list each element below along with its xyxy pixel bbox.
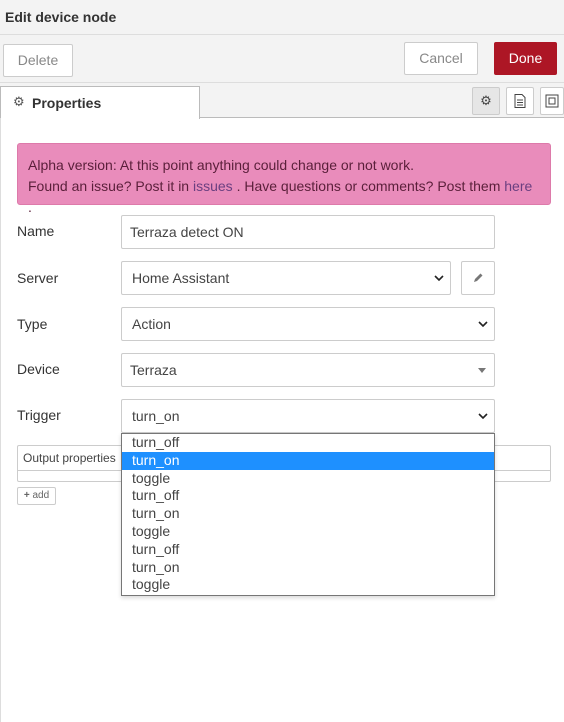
plus-icon: + xyxy=(23,490,30,501)
trigger-option[interactable]: turn_off xyxy=(122,434,494,452)
tab-properties[interactable]: ⚙ Properties xyxy=(0,86,200,119)
trigger-option[interactable]: toggle xyxy=(122,523,494,541)
type-select-value: Action xyxy=(132,316,171,332)
dialog-toolbar: Delete Cancel Done xyxy=(0,35,564,83)
device-label: Device xyxy=(17,361,60,377)
type-select[interactable]: Action xyxy=(121,307,495,341)
document-icon xyxy=(514,94,526,108)
tab-properties-label: Properties xyxy=(32,95,102,111)
gear-icon: ⚙ xyxy=(480,93,492,108)
alpha-alert: Alpha version: At this point anything co… xyxy=(17,143,551,215)
chevron-down-icon xyxy=(434,275,444,282)
settings-tab-button[interactable]: ⚙ xyxy=(472,87,500,115)
trigger-label: Trigger xyxy=(17,407,61,423)
name-input[interactable]: Terraza detect ON xyxy=(121,215,495,249)
cancel-button[interactable]: Cancel xyxy=(404,42,478,75)
trigger-options-dropdown: turn_off turn_on toggle turn_off turn_on togg… xyxy=(121,433,495,596)
alert-line-1: Alpha version: At this point anything co… xyxy=(28,157,415,173)
dialog-header: Edit device node xyxy=(0,0,564,35)
chevron-down-icon xyxy=(478,413,488,420)
issues-link[interactable]: issues xyxy=(193,178,233,194)
trigger-option[interactable]: turn_on xyxy=(122,559,494,577)
caret-down-icon xyxy=(478,368,486,373)
add-button-label: add xyxy=(32,490,50,501)
trigger-select-value: turn_on xyxy=(132,408,180,424)
type-label: Type xyxy=(17,316,48,332)
trigger-option[interactable]: turn_off xyxy=(122,487,494,505)
trigger-option[interactable]: toggle xyxy=(122,470,494,488)
trigger-option[interactable]: turn_on xyxy=(122,505,494,523)
trigger-option[interactable]: turn_on xyxy=(122,451,494,470)
description-tab-button[interactable] xyxy=(506,87,534,115)
done-button[interactable]: Done xyxy=(494,42,557,75)
here-link[interactable]: here xyxy=(504,178,532,194)
pencil-icon xyxy=(474,273,483,282)
tab-bar: ⚙ Properties ⚙ xyxy=(0,83,564,119)
gear-icon: ⚙ xyxy=(13,94,25,109)
server-select[interactable]: Home Assistant xyxy=(121,261,451,295)
trigger-option[interactable]: turn_off xyxy=(122,541,494,559)
panel-border xyxy=(0,118,1,722)
edit-server-button[interactable] xyxy=(461,261,495,295)
frame-icon xyxy=(545,94,559,108)
delete-button[interactable]: Delete xyxy=(3,44,73,77)
alert-line-2: Found an issue? Post it in issues . Have… xyxy=(28,178,533,215)
chevron-down-icon xyxy=(478,321,488,328)
device-select-value: Terraza xyxy=(130,362,177,378)
trigger-option[interactable]: toggle xyxy=(122,576,494,594)
trigger-select[interactable]: turn_on xyxy=(121,399,495,433)
name-label: Name xyxy=(17,223,55,239)
appearance-tab-button[interactable] xyxy=(540,87,564,115)
dialog-title: Edit device node xyxy=(5,9,117,25)
add-output-property-button[interactable]: + add xyxy=(17,487,56,505)
device-select[interactable]: Terraza xyxy=(121,353,495,387)
server-select-value: Home Assistant xyxy=(132,270,230,286)
server-label: Server xyxy=(17,270,59,286)
